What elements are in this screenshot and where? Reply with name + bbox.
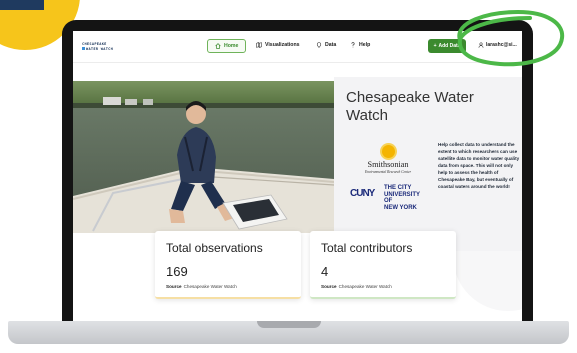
logo-line-2: WATER WATCH xyxy=(82,47,118,51)
stat-label: Total contributors xyxy=(321,241,413,255)
laptop-notch xyxy=(257,321,321,328)
stat-value: 4 xyxy=(321,264,329,279)
hero-photo-illustration xyxy=(73,81,334,233)
stat-value: 169 xyxy=(166,264,188,279)
hero-title: Chesapeake Water Watch xyxy=(346,89,474,124)
cuny-logo: CUNY THE CITY UNIVERSITY OF NEW YORK xyxy=(350,183,430,213)
stat-card-contributors: Total contributors 4 Source Chesapeake Wa… xyxy=(310,231,456,299)
stage: CHESAPEAKE WATER WATCH Home Visualizatio… xyxy=(0,0,577,353)
nav-help-label: Help xyxy=(359,42,371,48)
help-icon xyxy=(351,42,355,48)
nav-home-button[interactable]: Home xyxy=(207,39,247,53)
cuny-line-4: NEW YORK xyxy=(384,204,417,211)
stat-source: Source Chesapeake Water Watch xyxy=(321,284,392,289)
sun-icon xyxy=(381,145,395,158)
hero-panel: Chesapeake Water Watch Smithsonian Envir… xyxy=(334,77,522,251)
logo-line-1: CHESAPEAKE xyxy=(82,42,107,46)
smithsonian-logo: Smithsonian Environmental Research Cente… xyxy=(350,145,426,175)
nav-data-label: Data xyxy=(325,42,337,48)
decorative-navy-bar xyxy=(0,0,44,10)
cuny-mark: CUNY xyxy=(350,188,375,199)
stat-source-label: Source xyxy=(166,284,182,289)
stat-source-value: Chesapeake Water Watch xyxy=(338,284,392,289)
hero-description: Help collect data to understand the exte… xyxy=(438,142,520,189)
nav-data-link[interactable]: Data xyxy=(316,42,336,48)
site-logo[interactable]: CHESAPEAKE WATER WATCH xyxy=(82,42,118,54)
stat-label: Total observations xyxy=(166,241,263,255)
smithsonian-subtitle: Environmental Research Center xyxy=(364,170,412,174)
hero-photo xyxy=(73,81,334,233)
smithsonian-name: Smithsonian xyxy=(367,160,409,169)
stat-source-label: Source xyxy=(321,284,337,289)
map-icon xyxy=(256,42,262,48)
pin-icon xyxy=(316,42,322,48)
nav-home-label: Home xyxy=(224,43,239,49)
stat-card-observations: Total observations 169 Source Chesapeake … xyxy=(155,231,301,299)
logo-line-2-text: WATER WATCH xyxy=(86,47,114,51)
nav-visualizations-link[interactable]: Visualizations xyxy=(256,42,300,48)
nav-visualizations-label: Visualizations xyxy=(265,42,300,48)
annotation-highlight-ellipse xyxy=(457,9,565,67)
logo-dot-icon xyxy=(82,47,85,50)
home-icon xyxy=(215,43,221,49)
stat-source: Source Chesapeake Water Watch xyxy=(166,284,237,289)
laptop-screen: CHESAPEAKE WATER WATCH Home Visualizatio… xyxy=(73,31,522,321)
nav-help-link[interactable]: Help xyxy=(350,42,370,48)
stat-source-value: Chesapeake Water Watch xyxy=(183,284,237,289)
cuny-text: THE CITY UNIVERSITY OF NEW YORK xyxy=(384,185,420,211)
plus-icon: + xyxy=(433,43,437,49)
